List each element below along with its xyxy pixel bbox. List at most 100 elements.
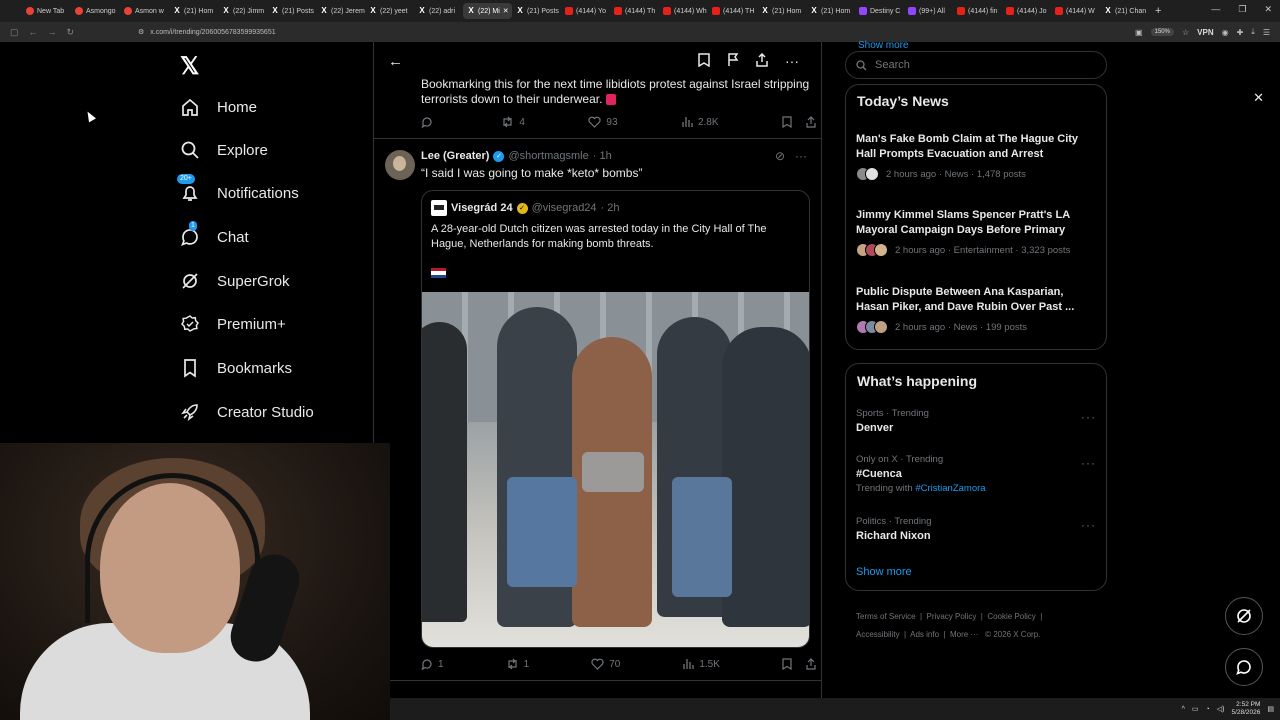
x-logo-icon[interactable]: 𝕏	[180, 52, 199, 81]
reader-icon[interactable]: ▣	[1135, 28, 1143, 37]
browser-tab[interactable]: X (21) Hom	[169, 3, 218, 19]
trend-more-icon[interactable]: ···	[1081, 456, 1096, 470]
author-handle[interactable]: @shortmagsmle	[508, 150, 588, 162]
post-bookmark-icon[interactable]	[782, 658, 792, 670]
download-icon[interactable]: ⤓	[1251, 27, 1255, 37]
url-field[interactable]: ⚙ x.com/i/trending/2060056783599935651	[130, 28, 1135, 37]
minimize-icon[interactable]: —	[1211, 4, 1220, 15]
browser-tab[interactable]: (4144) fin	[953, 3, 1002, 19]
sidebar-item-premium[interactable]: Premium+	[180, 314, 286, 334]
browser-tab[interactable]: X (22) Jerem	[316, 3, 365, 19]
share-icon[interactable]	[756, 52, 768, 70]
browser-tab[interactable]: X (21) Chan	[1100, 3, 1149, 19]
show-more-link[interactable]: Show more	[856, 566, 912, 578]
browser-tab[interactable]: (4144) Th	[610, 3, 659, 19]
post-share-icon[interactable]	[806, 658, 816, 670]
vpn-button[interactable]: VPN	[1197, 28, 1213, 37]
trend-item[interactable]: Sports · Trending Denver	[856, 408, 1096, 434]
bookmark-icon[interactable]	[698, 53, 710, 70]
browser-tab[interactable]: (4144) Wh	[659, 3, 708, 19]
more-options-icon[interactable]: ···	[785, 53, 799, 70]
browser-tab[interactable]: (99+) All	[904, 3, 953, 19]
trend-item[interactable]: Politics · Trending Richard Nixon	[856, 516, 1096, 542]
browser-tab[interactable]: X (22) Jimm	[218, 3, 267, 19]
tray-volume-icon[interactable]: ◁)	[1217, 705, 1225, 713]
reply-button[interactable]	[421, 116, 438, 128]
privacy-link[interactable]: Privacy Policy	[927, 612, 977, 621]
reply-button[interactable]: 1	[421, 658, 444, 670]
new-tab-icon[interactable]: +	[1155, 5, 1161, 17]
like-button[interactable]: 93	[588, 116, 618, 128]
sidebar-item-supergrok[interactable]: SuperGrok	[180, 271, 290, 291]
browser-tab[interactable]: (4144) Jo	[1002, 3, 1051, 19]
repost-button[interactable]: 4	[501, 116, 525, 128]
search-box[interactable]	[845, 51, 1107, 79]
browser-tab[interactable]: X (22) adri	[414, 3, 463, 19]
ads-info-link[interactable]: Ads info	[910, 630, 939, 639]
notification-icon[interactable]: ▤	[1267, 705, 1274, 713]
avatar[interactable]	[385, 150, 415, 180]
post-more-icon[interactable]: ···	[795, 149, 807, 163]
trending-with-tag[interactable]: #CristianZamora	[915, 483, 985, 494]
profile-icon[interactable]: ◉	[1222, 28, 1229, 37]
post-bookmark-icon[interactable]	[782, 116, 792, 128]
sidebar-toggle-icon[interactable]: ▢	[10, 27, 19, 38]
trend-more-icon[interactable]: ···	[1081, 410, 1096, 424]
browser-forward-icon[interactable]: →	[48, 27, 57, 38]
star-icon[interactable]: ☆	[1182, 28, 1189, 37]
site-info-icon[interactable]: ⚙	[138, 28, 144, 36]
browser-tab[interactable]: (4144) Yo	[561, 3, 610, 19]
browser-tab[interactable]: Asmongo	[71, 3, 120, 19]
accessibility-link[interactable]: Accessibility	[856, 630, 900, 639]
author-name[interactable]: Lee (Greater)	[421, 150, 489, 162]
browser-tab[interactable]: X (21) Posts	[512, 3, 561, 19]
more-link[interactable]: More ···	[950, 630, 978, 639]
grok-icon[interactable]: ⊘	[775, 149, 785, 163]
zoom-level[interactable]: 150%	[1150, 28, 1174, 36]
views-button[interactable]: 2.8K	[681, 116, 719, 128]
browser-tab[interactable]: New Tab	[22, 3, 71, 19]
close-icon[interactable]: ✕	[1253, 90, 1264, 106]
sidebar-item-bookmarks[interactable]: Bookmarks	[180, 358, 292, 378]
search-input[interactable]	[875, 59, 1075, 71]
repost-button[interactable]: 1	[506, 658, 529, 670]
browser-tab[interactable]: Asmon w	[120, 3, 169, 19]
post-image[interactable]	[422, 292, 809, 647]
news-item[interactable]: Jimmy Kimmel Slams Spencer Pratt's LA Ma…	[856, 208, 1091, 257]
close-window-icon[interactable]: ✕	[1264, 4, 1272, 15]
news-item[interactable]: Public Dispute Between Ana Kasparian, Ha…	[856, 285, 1091, 334]
browser-back-icon[interactable]: ←	[29, 27, 38, 38]
browser-tab[interactable]: Destiny C	[855, 3, 904, 19]
reload-icon[interactable]: ↻	[67, 27, 75, 38]
maximize-icon[interactable]: ❐	[1238, 4, 1246, 15]
close-tab-icon[interactable]: ✕	[503, 7, 509, 15]
browser-tab[interactable]: (4144) W	[1051, 3, 1100, 19]
post-share-icon[interactable]	[806, 116, 816, 128]
sidebar-item-notifications[interactable]: 20+ Notifications	[177, 174, 299, 203]
back-arrow-icon[interactable]: ←	[388, 53, 403, 70]
report-flag-icon[interactable]	[727, 53, 739, 70]
like-button[interactable]: 70	[591, 658, 620, 670]
news-item[interactable]: Man's Fake Bomb Claim at The Hague City …	[856, 132, 1091, 181]
views-button[interactable]: 1.5K	[682, 658, 720, 670]
grok-floating-button[interactable]	[1225, 597, 1263, 635]
browser-tab[interactable]: X (21) Hom	[757, 3, 806, 19]
cookie-link[interactable]: Cookie Policy	[987, 612, 1035, 621]
browser-tab[interactable]: X (21) Posts	[267, 3, 316, 19]
sidebar-item-creator-studio[interactable]: Creator Studio	[180, 402, 314, 422]
tray-chevron-icon[interactable]: ^	[1182, 706, 1185, 713]
sidebar-item-home[interactable]: Home	[180, 97, 257, 117]
system-clock[interactable]: 2:52 PM 5/28/2026	[1231, 701, 1260, 717]
sidebar-item-explore[interactable]: Explore	[180, 140, 268, 160]
top-show-more-link[interactable]: Show more	[858, 40, 909, 51]
post-time[interactable]: · 1h	[593, 150, 612, 162]
browser-tab[interactable]: (4144) TH	[708, 3, 757, 19]
browser-tab[interactable]: X (22) Mi ✕	[463, 3, 512, 19]
menu-icon[interactable]: ☰	[1263, 28, 1270, 37]
trend-more-icon[interactable]: ···	[1081, 518, 1096, 532]
tray-network-icon[interactable]: ▭	[1192, 705, 1199, 713]
chat-floating-button[interactable]	[1225, 648, 1263, 686]
tray-wifi-icon[interactable]: ◔	[1206, 706, 1210, 713]
extensions-icon[interactable]: ✚	[1237, 28, 1244, 37]
browser-tab[interactable]: X (21) Hom	[806, 3, 855, 19]
